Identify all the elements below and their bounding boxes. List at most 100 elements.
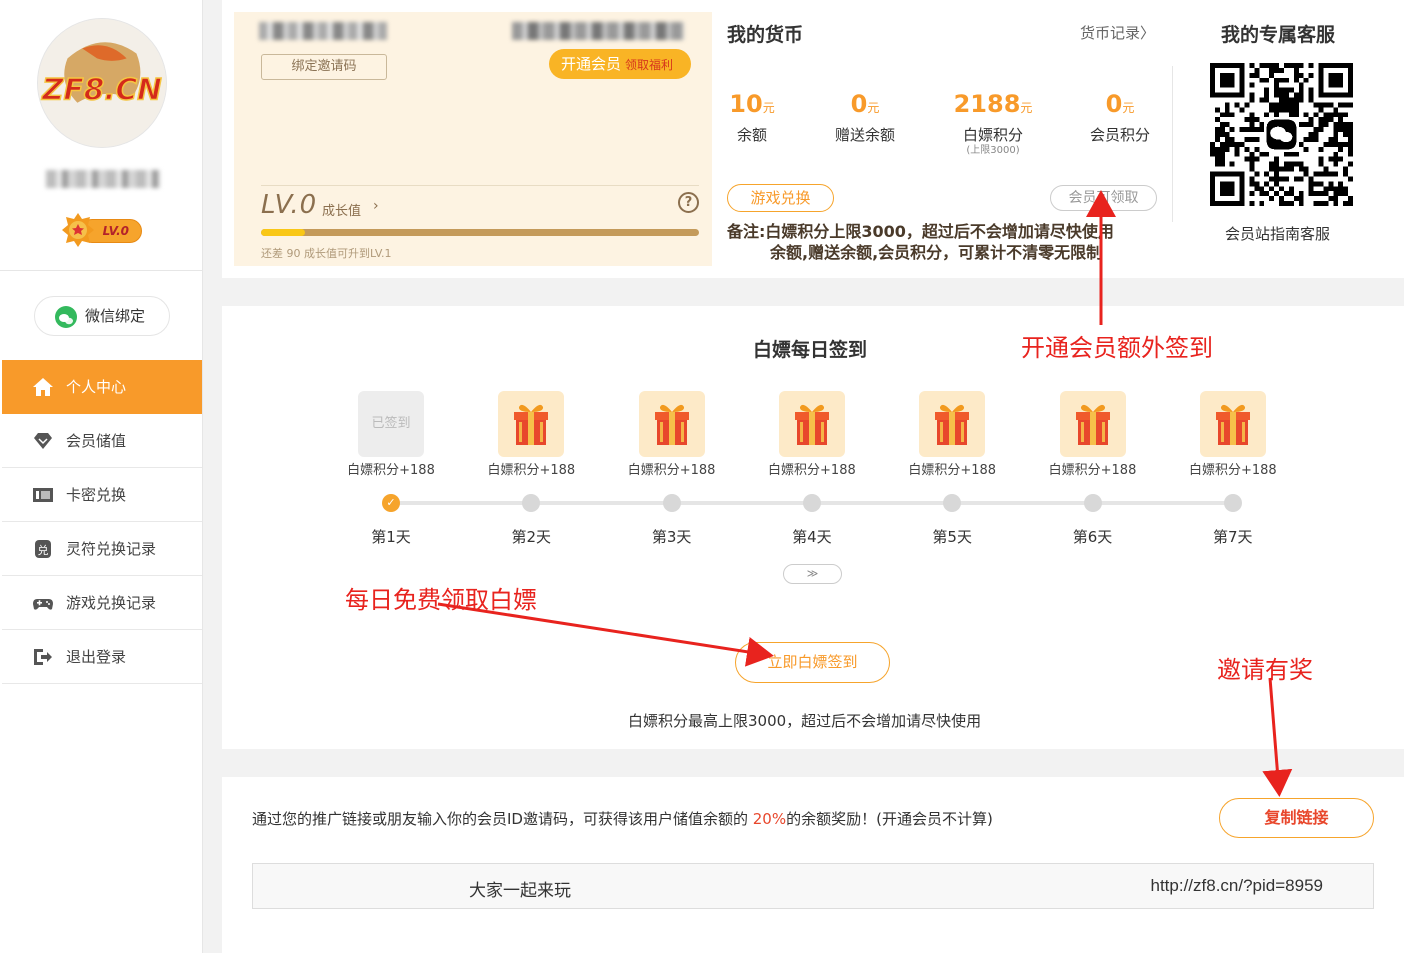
sidebar-item-label: 退出登录 bbox=[66, 648, 127, 666]
currency-label: 余额 bbox=[736, 126, 767, 144]
currency-unit: 元 bbox=[867, 101, 880, 115]
currency-unit: 元 bbox=[762, 101, 775, 115]
level-badge: LV.0 bbox=[62, 213, 144, 247]
sidebar-item-personal-center[interactable]: 个人中心 bbox=[2, 360, 202, 414]
signin-day: 白嫖积分+188 第4天 bbox=[752, 391, 872, 547]
qr-code-icon bbox=[1210, 63, 1353, 206]
sidebar-item-label: 灵符兑换记录 bbox=[66, 540, 157, 558]
signin-day-label: 第3天 bbox=[651, 528, 692, 546]
sidebar-item-member-recharge[interactable]: 会员储值 bbox=[2, 414, 202, 468]
exchange-icon: 兑 bbox=[35, 540, 51, 558]
avatar[interactable]: ZF8.CN bbox=[37, 18, 167, 148]
signin-day: 白嫖积分+188 第5天 bbox=[892, 391, 1012, 547]
logo-icon: ZF8.CN bbox=[38, 19, 166, 147]
bind-invite-button[interactable]: 绑定邀请码 bbox=[261, 54, 387, 80]
invite-link-box[interactable]: 大家一起来玩 http://zf8.cn/?pid=8959 bbox=[252, 863, 1374, 909]
currency-member-points: 0元 会员积分 bbox=[1065, 88, 1175, 146]
currency-note-line2: 余额,赠送余额,会员积分，可累计不清零无限制 bbox=[770, 243, 1103, 262]
signin-reward: 白嫖积分+188 bbox=[347, 463, 435, 478]
progress-note: 还差 90 成长值可升到LV.1 bbox=[261, 247, 392, 260]
gift-icon bbox=[514, 404, 549, 445]
signin-day-label: 第2天 bbox=[511, 528, 552, 546]
currency-label: 赠送余额 bbox=[834, 126, 895, 144]
signin-button[interactable]: 立即白嫖签到 bbox=[735, 642, 890, 683]
signin-day-label: 第5天 bbox=[932, 528, 972, 546]
currency-record-link[interactable]: 货币记录〉 bbox=[1080, 22, 1155, 43]
panel-divider bbox=[1172, 66, 1173, 222]
gift-icon bbox=[935, 404, 970, 445]
growth-progress-fill bbox=[261, 229, 305, 236]
signin-reward: 白嫖积分+188 bbox=[627, 463, 716, 478]
signin-day: 已签到 白嫖积分+188 ✓ 第1天 bbox=[331, 391, 451, 547]
service-name: 会员站指南客服 bbox=[1225, 225, 1331, 243]
progress-dot bbox=[802, 494, 821, 512]
account-name-blurred bbox=[259, 22, 387, 40]
account-id-blurred bbox=[512, 22, 684, 40]
sidebar-item-card-exchange[interactable]: 卡密兑换 bbox=[2, 468, 202, 522]
member-level: LV.0 bbox=[261, 190, 318, 220]
annotation-daily-free: 每日免费领取白嫖 bbox=[345, 586, 537, 614]
sidebar-item-talisman-record[interactable]: 兑 灵符兑换记录 bbox=[2, 522, 202, 576]
logo-text: ZF8.CN bbox=[41, 73, 162, 107]
open-vip-label: 开通会员 bbox=[561, 55, 622, 73]
ticket-icon bbox=[33, 488, 53, 502]
growth-progress-bar bbox=[261, 229, 699, 236]
currency-note-line1: 备注:白嫖积分上限3000，超过后不会增加请尽快使用 bbox=[727, 222, 1114, 241]
gift-box bbox=[638, 391, 705, 457]
progress-dot bbox=[662, 494, 681, 512]
logout-icon bbox=[34, 649, 52, 665]
card-divider bbox=[261, 185, 699, 186]
chevron-right-icon[interactable]: › bbox=[373, 198, 379, 214]
copy-link-button[interactable]: 复制链接 bbox=[1219, 798, 1374, 838]
currency-note: 备注:白嫖积分上限3000，超过后不会增加请尽快使用 余额,赠送余额,会员积分，… bbox=[727, 221, 1167, 263]
progress-dot bbox=[943, 494, 962, 512]
invite-share-text: 大家一起来玩 bbox=[469, 881, 571, 901]
currency-title: 我的货币 bbox=[727, 24, 804, 46]
signin-day-label: 第7天 bbox=[1213, 528, 1253, 546]
username-blurred bbox=[46, 170, 160, 188]
growth-value-link[interactable]: 成长值 bbox=[322, 200, 361, 219]
currency-gift-balance: 0元 赠送余额 bbox=[810, 88, 920, 146]
gift-box bbox=[1199, 391, 1266, 457]
signin-reward: 白嫖积分+188 bbox=[768, 463, 856, 478]
currency-label: 会员积分 bbox=[1089, 126, 1150, 144]
signin-reward: 白嫖积分+188 bbox=[1188, 463, 1277, 478]
gift-box bbox=[1059, 391, 1126, 457]
progress-dot bbox=[1223, 494, 1242, 512]
currency-value: 0 bbox=[850, 90, 868, 118]
currency-sub-label: (上限3000) bbox=[966, 145, 1020, 156]
signin-title: 白嫖每日签到 bbox=[753, 339, 868, 361]
sidebar: ZF8.CN LV.0 微信绑定 个人中心 会员储值 卡密兑换 兑 灵符兑换记录… bbox=[0, 0, 203, 953]
signed-box: 已签到 bbox=[358, 391, 424, 457]
medal-icon bbox=[62, 213, 94, 247]
signin-day-label: 第4天 bbox=[792, 528, 832, 546]
progress-dot bbox=[522, 494, 541, 512]
sidebar-item-logout[interactable]: 退出登录 bbox=[2, 630, 202, 684]
signin-day: 白嫖积分+188 第3天 bbox=[612, 391, 732, 547]
signin-day: 白嫖积分+188 第7天 bbox=[1173, 391, 1293, 547]
open-vip-button[interactable]: 开通会员 领取福利 bbox=[549, 49, 691, 79]
sidebar-menu: 个人中心 会员储值 卡密兑换 兑 灵符兑换记录 游戏兑换记录 退出登录 bbox=[2, 360, 202, 684]
svg-text:兑: 兑 bbox=[38, 543, 49, 557]
signin-reward: 白嫖积分+188 bbox=[908, 463, 997, 478]
sidebar-divider bbox=[0, 270, 203, 271]
signin-day-label: 第6天 bbox=[1072, 528, 1113, 546]
annotation-vip-extra: 开通会员额外签到 bbox=[1021, 334, 1213, 362]
signin-day: 白嫖积分+188 第6天 bbox=[1033, 391, 1153, 547]
wechat-bind-label: 微信绑定 bbox=[85, 307, 146, 325]
sidebar-item-label: 游戏兑换记录 bbox=[66, 594, 157, 612]
check-icon: ✓ bbox=[382, 494, 400, 512]
signin-note: 白嫖积分最高上限3000，超过后不会增加请尽快使用 bbox=[628, 712, 982, 730]
sidebar-item-game-record[interactable]: 游戏兑换记录 bbox=[2, 576, 202, 630]
help-icon[interactable]: ? bbox=[678, 192, 699, 213]
gift-box bbox=[778, 391, 845, 457]
game-exchange-button[interactable]: 游戏兑换 bbox=[727, 184, 834, 212]
currency-value: 0 bbox=[1105, 90, 1123, 118]
gift-box bbox=[498, 391, 565, 457]
wechat-bind-button[interactable]: 微信绑定 bbox=[34, 296, 170, 336]
expand-chevron-icon[interactable]: ≫ bbox=[783, 564, 842, 584]
currency-value: 10 bbox=[729, 90, 763, 118]
vip-claim-button[interactable]: 会员可领取 bbox=[1050, 185, 1157, 211]
signin-day: 白嫖积分+188 第2天 bbox=[471, 391, 591, 547]
invite-text-after: 的余额奖励！(开通会员不计算) bbox=[786, 810, 993, 828]
